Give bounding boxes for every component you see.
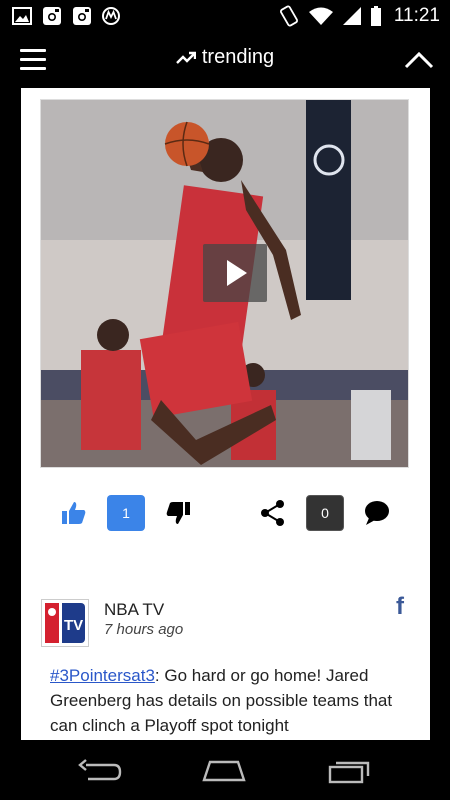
thumbs-down-icon (166, 502, 190, 524)
collapse-button[interactable] (404, 49, 434, 71)
facebook-icon[interactable]: f (396, 593, 404, 621)
thumbs-up-icon (62, 502, 86, 524)
share-icon (261, 500, 284, 526)
like-button[interactable] (61, 500, 87, 526)
comment-button[interactable] (363, 499, 391, 527)
play-icon (227, 260, 247, 286)
back-button[interactable] (76, 758, 124, 784)
signal-icon (342, 7, 361, 25)
home-button[interactable] (200, 758, 248, 784)
trending-up-icon (176, 51, 196, 64)
battery-icon (370, 6, 381, 26)
app-bar: trending (0, 33, 450, 88)
action-row: 1 0 (21, 494, 430, 534)
avatar[interactable]: TV (41, 599, 89, 647)
post-time: 7 hours ago (104, 621, 184, 638)
home-icon (202, 760, 246, 782)
feed[interactable]: 1 0 TV NBA TV 7 hours ago f #3Pointersat… (0, 88, 450, 740)
dislike-button[interactable] (165, 500, 191, 526)
chevron-up-icon (404, 51, 434, 69)
hashtag-link[interactable]: #3Pointersat3 (50, 666, 155, 685)
share-button[interactable] (259, 499, 287, 527)
post-text: #3Pointersat3: Go hard or go home! Jared… (50, 663, 410, 738)
instagram-icon (43, 7, 61, 25)
rotate-icon (279, 5, 298, 27)
status-bar: 11:21 (0, 0, 450, 33)
nba-tv-logo: TV (45, 603, 85, 643)
wifi-icon (308, 7, 333, 25)
page-title: trending (0, 46, 450, 69)
recent-apps-icon (328, 761, 370, 784)
system-icons: 11:21 (278, 5, 440, 27)
post-card: 1 0 (21, 88, 430, 645)
post-card: TV NBA TV 7 hours ago f #3Pointersat3: G… (21, 577, 430, 740)
source-name[interactable]: NBA TV (104, 600, 164, 620)
instagram-icon (73, 7, 91, 25)
like-count: 1 (107, 495, 145, 531)
play-button[interactable] (203, 244, 267, 302)
recent-apps-button[interactable] (326, 758, 374, 784)
motorola-icon (102, 7, 120, 25)
clock: 11:21 (393, 5, 440, 26)
back-icon (78, 759, 122, 781)
svg-text:TV: TV (64, 617, 83, 634)
page-title-text: trending (201, 46, 275, 68)
share-count: 0 (306, 495, 344, 531)
notification-icons (12, 6, 120, 26)
comment-icon (365, 501, 389, 525)
navigation-bar (0, 740, 450, 800)
video-thumbnail[interactable] (40, 99, 409, 468)
image-icon (12, 7, 32, 25)
